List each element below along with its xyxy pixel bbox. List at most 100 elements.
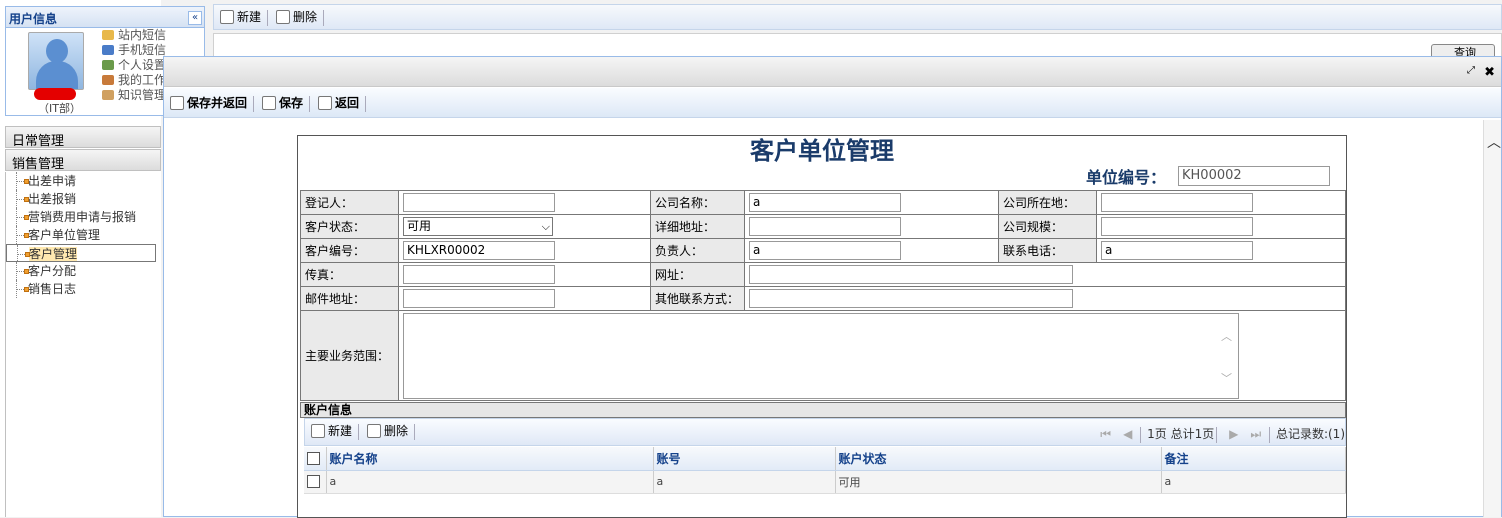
unit-no-field[interactable]: KH00002 <box>1178 166 1330 186</box>
phone-field[interactable]: a <box>1101 241 1253 260</box>
tree-item-selected[interactable]: 客户管理 <box>6 244 156 262</box>
business-scope-textarea[interactable]: ︿ ﹀ <box>403 312 1239 399</box>
scroll-up-icon[interactable]: ︿ <box>1487 132 1501 152</box>
field-label: 其他联系方式： <box>650 286 745 311</box>
form-grid: 登记人： 公司名称： a 公司所在地： 客户状态： 可用 ⌵ 详细地址： 公司规模… <box>300 190 1346 401</box>
scroll-up-icon: ︿ <box>1221 329 1232 343</box>
cell-account-name: a <box>326 470 654 494</box>
last-page-icon[interactable]: ⏭ <box>1250 427 1261 441</box>
field-label: 客户状态： <box>300 214 399 239</box>
node-icon <box>24 179 29 184</box>
account-toolbar: 新建 删除 ⏮ ◀ 1页 总计1页 ▶ ⏭ 总记录数:(1) <box>304 418 1346 446</box>
section-daily[interactable]: 日常管理 <box>5 126 161 149</box>
field-label: 负责人： <box>650 238 745 263</box>
sales-tree: 出差申请 出差报销 营销费用申请与报销 客户单位管理 客户管理 客户分配 销售日… <box>5 172 161 517</box>
dialog-toolbar: 保存并返回 保存 返回 <box>164 88 1501 118</box>
next-page-icon[interactable]: ▶ <box>1229 427 1238 441</box>
back-button[interactable]: 返回 <box>318 93 359 113</box>
field-label: 传真： <box>300 262 399 287</box>
page-info: 1页 总计1页 <box>1147 427 1215 441</box>
save-return-button[interactable]: 保存并返回 <box>170 93 247 113</box>
customer-status-select[interactable]: 可用 ⌵ <box>403 217 553 236</box>
tree-item[interactable]: 出差申请 <box>6 172 161 190</box>
user-menu-item[interactable]: 我的工作 <box>102 73 166 88</box>
form-row: 邮件地址： 其他联系方式： <box>300 286 1346 311</box>
grid-header-row: 账户名称 账号 账户状态 备注 <box>304 447 1346 471</box>
account-delete-button[interactable]: 删除 <box>367 421 408 441</box>
company-size-field[interactable] <box>1101 217 1253 236</box>
tree-item[interactable]: 出差报销 <box>6 190 161 208</box>
dialog-header: ⤢ ✖ <box>164 57 1501 87</box>
prev-page-icon[interactable]: ◀ <box>1123 427 1132 441</box>
tree-item[interactable]: 销售日志 <box>6 280 161 298</box>
account-grid: 账户名称 账号 账户状态 备注 a a 可用 a <box>304 447 1346 494</box>
trash-icon <box>367 424 382 438</box>
trash-icon <box>276 10 291 24</box>
person-in-charge-field[interactable]: a <box>749 241 901 260</box>
first-page-icon[interactable]: ⏮ <box>1100 427 1111 441</box>
edit-dialog: ⤢ ✖ 保存并返回 保存 返回 ︿ 客户单位管理 单位编号： KH00002 登记人… <box>163 56 1502 518</box>
save-button[interactable]: 保存 <box>262 93 303 113</box>
collapse-icon[interactable]: « <box>188 11 202 25</box>
table-row[interactable]: a a 可用 a <box>304 470 1346 494</box>
column-header[interactable]: 账号 <box>653 447 836 471</box>
detail-address-field[interactable] <box>749 217 901 236</box>
account-new-button[interactable]: 新建 <box>311 421 352 441</box>
column-header[interactable]: 备注 <box>1161 447 1346 471</box>
user-menu-item[interactable]: 站内短信 <box>102 28 166 43</box>
registrant-field[interactable] <box>403 193 555 212</box>
field-label: 公司名称： <box>650 190 745 215</box>
close-icon[interactable]: ✖ <box>1484 65 1495 80</box>
folder-icon <box>102 90 114 100</box>
phone-icon <box>102 45 114 55</box>
main-toolbar: 新建 删除 <box>213 4 1502 30</box>
field-label: 邮件地址： <box>300 286 399 311</box>
account-section-title: 账户信息 <box>300 402 1346 418</box>
save-icon <box>262 96 277 110</box>
left-panel: 用户信息 « （IT部） 站内短信 手机短信 个人设置 我的工作 知识管理 日常… <box>0 0 205 517</box>
field-label: 联系电话： <box>998 238 1097 263</box>
new-button[interactable]: 新建 <box>220 7 261 27</box>
form-row: 客户状态： 可用 ⌵ 详细地址： 公司规模： <box>300 214 1346 239</box>
field-label: 详细地址： <box>650 214 745 239</box>
company-location-field[interactable] <box>1101 193 1253 212</box>
other-contact-field[interactable] <box>749 289 1073 308</box>
user-menu-item[interactable]: 手机短信 <box>102 43 166 58</box>
field-label: 主要业务范围： <box>300 310 399 401</box>
vertical-scrollbar[interactable]: ︿ <box>1483 120 1501 517</box>
email-field[interactable] <box>403 289 555 308</box>
pager: ⏮ ◀ 1页 总计1页 ▶ ⏭ 总记录数:(1) <box>1094 425 1345 443</box>
field-label: 客户编号： <box>300 238 399 263</box>
edit-icon <box>102 60 114 70</box>
save-return-icon <box>170 96 184 110</box>
node-icon <box>25 252 30 257</box>
tree-item[interactable]: 客户分配 <box>6 262 161 280</box>
column-header[interactable]: 账户状态 <box>835 447 1162 471</box>
field-label: 公司规模： <box>998 214 1097 239</box>
redacted-username <box>34 88 76 100</box>
unit-no-label: 单位编号： <box>1086 168 1167 187</box>
new-icon <box>311 424 325 438</box>
delete-button[interactable]: 删除 <box>276 7 317 27</box>
company-name-field[interactable]: a <box>749 193 901 212</box>
node-icon <box>24 287 29 292</box>
form-row: 传真： 网址： <box>300 262 1346 287</box>
tree-item[interactable]: 客户单位管理 <box>6 226 161 244</box>
section-sales[interactable]: 销售管理 <box>5 149 161 172</box>
tree-item[interactable]: 营销费用申请与报销 <box>6 208 161 226</box>
customer-no-field[interactable]: KHLXR00002 <box>403 241 555 260</box>
website-field[interactable] <box>749 265 1073 284</box>
column-header[interactable]: 账户名称 <box>326 447 654 471</box>
row-checkbox[interactable] <box>307 475 320 489</box>
field-label: 登记人： <box>300 190 399 215</box>
user-menu-item[interactable]: 知识管理 <box>102 88 166 103</box>
form-title: 客户单位管理 <box>750 136 894 165</box>
fax-field[interactable] <box>403 265 555 284</box>
form-row: 登记人： 公司名称： a 公司所在地： <box>300 190 1346 215</box>
mail-icon <box>102 30 114 40</box>
restore-icon[interactable]: ⤢ <box>1467 65 1475 76</box>
user-menu-item[interactable]: 个人设置 <box>102 58 166 73</box>
select-all-checkbox[interactable] <box>307 452 320 466</box>
total-records: 总记录数:(1) <box>1275 427 1345 441</box>
cell-account-status: 可用 <box>835 470 1162 494</box>
